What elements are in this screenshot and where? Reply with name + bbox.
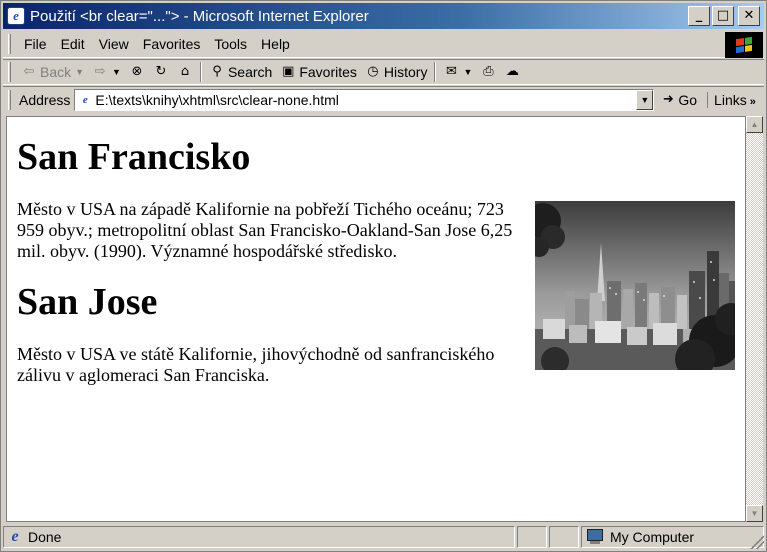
ie-page-icon: e (11, 527, 19, 545)
chevron-down-icon[interactable]: ▼ (112, 67, 121, 77)
history-button[interactable]: ◷ History (361, 64, 432, 80)
menu-file[interactable]: File (17, 36, 54, 52)
resize-grip[interactable] (750, 535, 764, 549)
maximize-button[interactable]: □ (712, 6, 734, 26)
stop-icon: ⊗ (131, 64, 143, 79)
status-panel-empty (517, 525, 547, 548)
go-button[interactable]: ➜ Go (660, 92, 697, 108)
toolbar-separator (434, 62, 437, 82)
stop-button[interactable]: ⊗ (125, 64, 149, 80)
home-button[interactable]: ⌂ (173, 64, 197, 80)
go-label: Go (678, 91, 698, 108)
print-icon: ⎙ (483, 64, 494, 79)
chevron-down-icon[interactable]: ▼ (75, 67, 84, 77)
refresh-icon: ↻ (155, 64, 167, 79)
links-button[interactable]: Links» (707, 91, 756, 108)
title-bar: e Použití <br clear="..."> - Microsoft I… (3, 3, 764, 29)
address-dropdown-button[interactable]: ▼ (636, 89, 654, 110)
links-label: Links (714, 91, 747, 108)
go-arrow-icon: ➜ (662, 91, 674, 107)
toolbar-grip[interactable] (8, 62, 11, 82)
security-zone-panel: My Computer (581, 525, 764, 548)
print-button[interactable]: ⎙ (476, 64, 500, 80)
document-body: San Francisko Město v USA na západě Kali… (7, 135, 745, 386)
address-field[interactable]: e E:\texts\knihy\xhtml\src\clear-none.ht… (74, 88, 655, 111)
refresh-button[interactable]: ↻ (149, 64, 173, 80)
ie-logo-icon[interactable]: e (7, 7, 25, 25)
standard-toolbar: ⇦ Back ▼ ⇨ ▼ ⊗ ↻ ⌂ ⚲ Search ▣ Favorites … (3, 59, 764, 85)
chevron-right-icon: » (749, 95, 756, 108)
discuss-icon: ☁ (505, 64, 519, 79)
menu-bar: File Edit View Favorites Tools Help (3, 31, 764, 58)
address-url[interactable]: E:\texts\knihy\xhtml\src\clear-none.html (95, 92, 339, 108)
forward-button[interactable]: ⇨ ▼ (88, 64, 125, 80)
menu-help[interactable]: Help (254, 36, 297, 52)
back-button[interactable]: ⇦ Back ▼ (17, 64, 88, 80)
address-label: Address (19, 91, 71, 108)
favorites-button[interactable]: ▣ Favorites (276, 64, 361, 80)
status-panel: e Done (3, 525, 515, 548)
home-icon: ⌂ (180, 64, 190, 79)
heading-san-francisko: San Francisko (17, 136, 251, 178)
windows-logo-icon (725, 32, 763, 58)
menu-favorites[interactable]: Favorites (136, 36, 208, 52)
history-label: History (383, 64, 428, 80)
menu-tools[interactable]: Tools (207, 36, 254, 52)
address-grip[interactable] (8, 89, 11, 110)
scroll-down-button[interactable]: ▼ (746, 505, 763, 522)
window-title: Použití <br clear="..."> - Microsoft Int… (30, 7, 369, 25)
forward-arrow-icon: ⇨ (94, 64, 106, 79)
menu-view[interactable]: View (92, 36, 136, 52)
minimize-button[interactable]: _ (688, 6, 710, 26)
history-icon: ◷ (367, 64, 379, 79)
page-viewport: San Francisko Město v USA na západě Kali… (6, 116, 746, 522)
mail-icon: ✉ (446, 64, 457, 79)
browser-window: e Použití <br clear="..."> - Microsoft I… (0, 0, 767, 552)
computer-icon (586, 528, 606, 545)
window-controls: _ □ ✕ (688, 6, 760, 26)
toolbar-separator (199, 62, 202, 82)
menu-edit[interactable]: Edit (54, 36, 92, 52)
mail-button[interactable]: ✉ ▼ (439, 64, 476, 80)
chevron-down-icon[interactable]: ▼ (463, 67, 472, 77)
back-label: Back (40, 64, 72, 80)
scroll-up-button[interactable]: ▲ (746, 116, 763, 133)
close-button[interactable]: ✕ (738, 6, 760, 26)
status-panel-empty (549, 525, 579, 548)
address-bar: Address e E:\texts\knihy\xhtml\src\clear… (3, 86, 764, 112)
search-button[interactable]: ⚲ Search (205, 64, 276, 80)
search-icon: ⚲ (212, 64, 222, 79)
back-arrow-icon: ⇦ (23, 64, 35, 79)
zone-text: My Computer (610, 528, 695, 545)
status-bar: e Done My Computer (3, 524, 764, 549)
vertical-scrollbar[interactable]: ▲ ▼ (746, 116, 763, 522)
san-francisco-skyline-image (535, 201, 735, 370)
menu-grip[interactable] (8, 34, 11, 54)
favorites-label: Favorites (299, 64, 357, 80)
status-text: Done (28, 528, 62, 545)
page-icon: e (82, 93, 88, 106)
search-label: Search (227, 64, 273, 80)
favorites-icon: ▣ (282, 64, 295, 79)
discuss-button[interactable]: ☁ (500, 64, 524, 80)
